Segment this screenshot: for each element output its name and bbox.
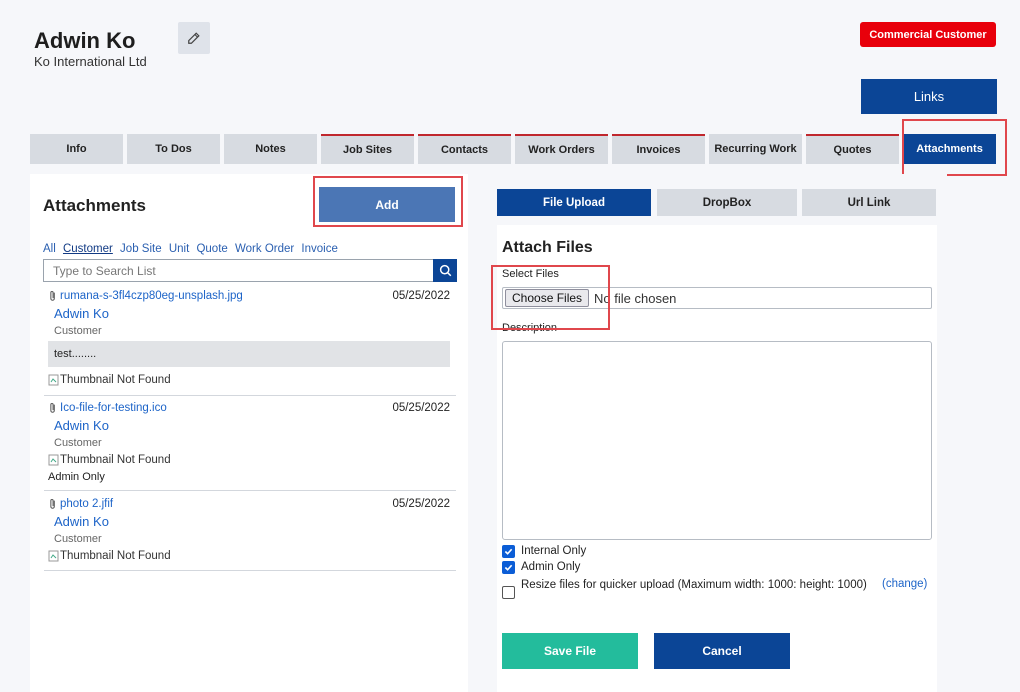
attachment-filters: All Customer Job Site Unit Quote Work Or… <box>43 243 342 255</box>
search-icon <box>439 264 451 277</box>
owner-link[interactable]: Adwin Ko <box>54 306 109 321</box>
tab-work-orders[interactable]: Work Orders <box>515 134 608 164</box>
broken-image-icon <box>48 454 59 466</box>
filter-job-site[interactable]: Job Site <box>120 243 162 255</box>
tab-recurring-work[interactable]: Recurring Work <box>709 134 802 164</box>
thumbnail-alt-text: Thumbnail Not Found <box>60 454 171 466</box>
file-name: rumana-s-3fl4czp80eg-unsplash.jpg <box>60 290 243 302</box>
tab-invoices[interactable]: Invoices <box>612 134 705 164</box>
thumbnail[interactable]: Thumbnail Not Found <box>48 454 171 466</box>
thumbnail-alt-text: Thumbnail Not Found <box>60 374 171 386</box>
owner-type: Customer <box>54 325 102 337</box>
attach-files-title: Attach Files <box>502 239 593 256</box>
cancel-button[interactable]: Cancel <box>654 633 790 669</box>
file-date: 05/25/2022 <box>392 402 450 414</box>
pencil-icon <box>188 32 200 44</box>
broken-image-icon <box>48 550 59 562</box>
owner-type: Customer <box>54 533 102 545</box>
admin-only-label: Admin Only <box>521 561 581 573</box>
customer-name: Adwin Ko <box>34 28 136 53</box>
file-link[interactable]: rumana-s-3fl4czp80eg-unsplash.jpg <box>48 290 243 302</box>
attachments-title: Attachments <box>43 196 146 215</box>
resize-checkbox[interactable] <box>502 586 515 599</box>
tab-file-upload[interactable]: File Upload <box>497 189 651 216</box>
change-size-link[interactable]: (change) <box>882 578 927 590</box>
owner-link[interactable]: Adwin Ko <box>54 514 109 529</box>
filter-all[interactable]: All <box>43 243 56 255</box>
links-button[interactable]: Links <box>861 79 997 114</box>
filter-quote[interactable]: Quote <box>196 243 227 255</box>
tab-notes[interactable]: Notes <box>224 134 317 164</box>
highlight-attachments-tab <box>902 119 1007 176</box>
internal-only-option[interactable]: Internal Only <box>502 545 586 558</box>
edit-button[interactable] <box>178 22 210 54</box>
tab-to-dos[interactable]: To Dos <box>127 134 220 164</box>
resize-option[interactable]: Resize files for quicker upload (Maximum… <box>502 577 874 599</box>
tab-contacts[interactable]: Contacts <box>418 134 511 164</box>
file-link[interactable]: photo 2.jfif <box>48 498 113 510</box>
highlight-add-button <box>313 176 463 227</box>
list-item: Ico-file-for-testing.ico 05/25/2022 Adwi… <box>44 396 456 491</box>
resize-label: Resize files for quicker upload (Maximum… <box>521 579 867 591</box>
attachment-note: test........ <box>48 341 450 367</box>
internal-only-checkbox[interactable] <box>502 545 515 558</box>
broken-image-icon <box>48 374 59 386</box>
checkmark-icon <box>504 564 513 571</box>
thumbnail[interactable]: Thumbnail Not Found <box>48 374 171 386</box>
file-link[interactable]: Ico-file-for-testing.ico <box>48 402 167 414</box>
checkmark-icon <box>504 548 513 555</box>
tab-dropbox[interactable]: DropBox <box>657 189 797 216</box>
search-button[interactable] <box>433 259 457 282</box>
paperclip-icon <box>50 498 55 509</box>
tab-job-sites[interactable]: Job Sites <box>321 134 414 164</box>
internal-only-label: Internal Only <box>521 545 587 557</box>
paperclip-icon <box>50 290 55 301</box>
list-item: photo 2.jfif 05/25/2022 Adwin Ko Custome… <box>44 491 456 571</box>
file-date: 05/25/2022 <box>392 498 450 510</box>
filter-invoice[interactable]: Invoice <box>301 243 337 255</box>
thumbnail-alt-text: Thumbnail Not Found <box>60 550 171 562</box>
file-date: 05/25/2022 <box>392 290 450 302</box>
filter-unit[interactable]: Unit <box>169 243 189 255</box>
tab-url-link[interactable]: Url Link <box>802 189 936 216</box>
file-name: Ico-file-for-testing.ico <box>60 402 167 414</box>
search-input[interactable]: Type to Search List <box>43 259 434 282</box>
thumbnail[interactable]: Thumbnail Not Found <box>48 550 171 562</box>
save-file-button[interactable]: Save File <box>502 633 638 669</box>
admin-only-option[interactable]: Admin Only <box>502 561 580 574</box>
admin-only-checkbox[interactable] <box>502 561 515 574</box>
company-name: Ko International Ltd <box>34 54 147 69</box>
owner-type: Customer <box>54 437 102 449</box>
owner-link[interactable]: Adwin Ko <box>54 418 109 433</box>
admin-only-label: Admin Only <box>48 471 105 483</box>
file-name: photo 2.jfif <box>60 498 114 510</box>
highlight-choose-files <box>491 265 610 330</box>
tab-quotes[interactable]: Quotes <box>806 134 899 164</box>
paperclip-icon <box>50 402 55 413</box>
tab-info[interactable]: Info <box>30 134 123 164</box>
list-item: rumana-s-3fl4czp80eg-unsplash.jpg 05/25/… <box>44 288 456 396</box>
filter-work-order[interactable]: Work Order <box>235 243 294 255</box>
description-textarea[interactable] <box>502 341 932 540</box>
customer-type-badge: Commercial Customer <box>860 22 996 47</box>
filter-customer[interactable]: Customer <box>63 243 113 255</box>
